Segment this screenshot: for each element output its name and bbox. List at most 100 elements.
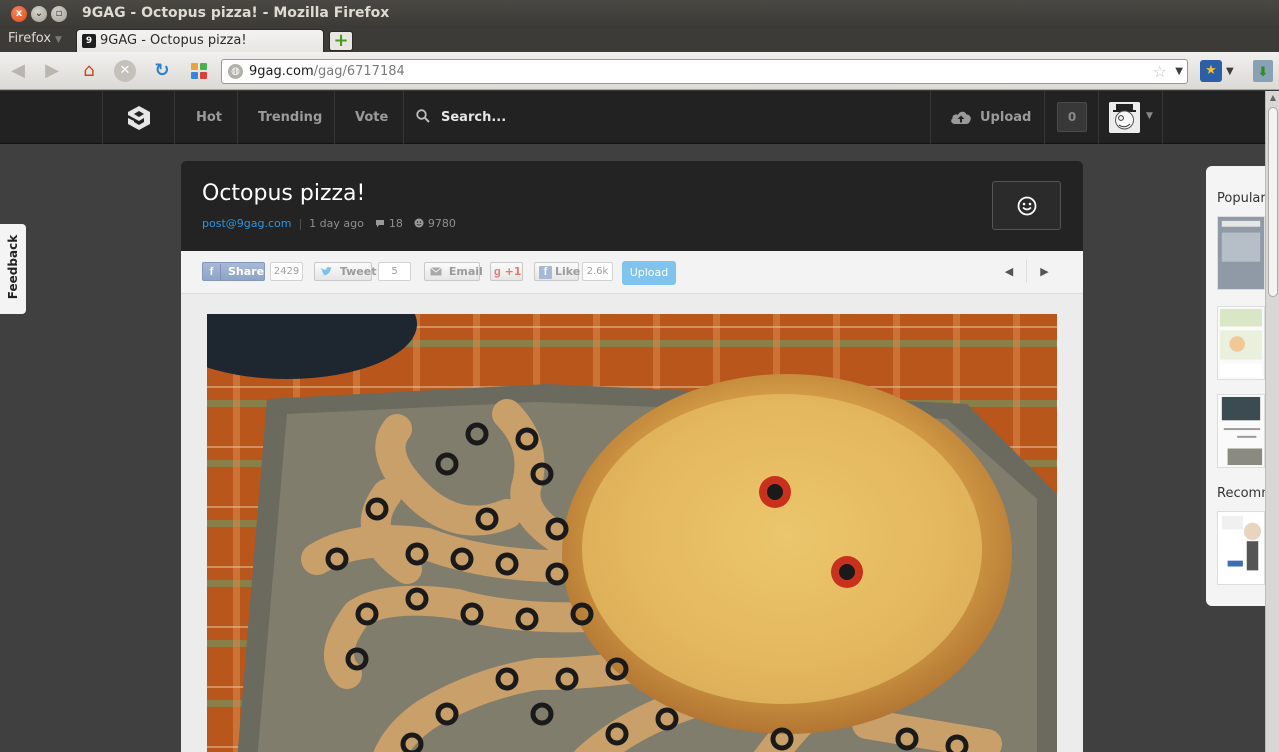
facebook-share-count: 2429 [270, 262, 303, 281]
nav-vote[interactable]: Vote [355, 110, 388, 125]
apps-grid-square [191, 63, 198, 70]
header-divider [930, 91, 931, 144]
post-title: Octopus pizza! [202, 181, 366, 206]
9gag-favicon-icon: 9 [82, 34, 96, 48]
reload-icon[interactable]: ↻ [150, 59, 174, 83]
new-tab-button[interactable]: + [329, 31, 353, 51]
email-share-button[interactable]: Email [424, 262, 483, 281]
page-scrollbar[interactable]: ▲ [1265, 91, 1279, 752]
apps-grid-square [200, 72, 207, 79]
twitter-bird-icon [321, 265, 336, 278]
tweet-label: Tweet [339, 265, 377, 278]
nav-hot[interactable]: Hot [196, 110, 222, 125]
post-card: Octopus pizza! post@9gag.com | 1 day ago 1… [181, 161, 1083, 752]
window-maximize-button[interactable]: ▫ [51, 6, 67, 22]
google-plus-label: +1 [504, 265, 522, 278]
apps-grid-square [200, 63, 207, 70]
next-post-button[interactable]: ▶ [1027, 260, 1062, 283]
nav-trending[interactable]: Trending [258, 110, 322, 125]
firefox-menu-button[interactable]: Firefox ▼ [8, 31, 62, 46]
header-divider [1044, 91, 1045, 144]
bookmark-star-icon[interactable]: ☆ [1153, 62, 1167, 81]
header-divider [237, 91, 238, 144]
facebook-icon: f [203, 264, 221, 281]
popular-thumbnail[interactable] [1217, 306, 1265, 380]
header-divider [102, 91, 103, 144]
chevron-down-icon: ▼ [55, 35, 62, 45]
upload-link[interactable]: Upload [980, 110, 1031, 125]
facebook-share-label: Share [228, 265, 265, 278]
feedback-tab[interactable]: Feedback [0, 224, 26, 314]
url-bar[interactable]: ◍ 9gag.com/gag/6717184 ☆ ▼ [221, 59, 1188, 84]
url-history-dropdown-icon[interactable]: ▼ [1175, 66, 1183, 77]
share-bar: f Share 2429 Tweet 5 Email g +1 f Like 2.6… [181, 251, 1083, 294]
meta-separator: | [298, 217, 303, 230]
9gag-logo-icon[interactable] [126, 105, 152, 131]
site-identity-icon[interactable]: ◍ [228, 64, 243, 79]
post-time: 1 day ago [309, 217, 364, 230]
facebook-like-button[interactable]: f Like [534, 262, 581, 281]
window-title: 9GAG - Octopus pizza! - Mozilla Firefox [82, 5, 390, 21]
popular-heading: Popular [1217, 191, 1266, 206]
post-image[interactable] [207, 314, 1057, 752]
window-titlebar: x ⌄ ▫ 9GAG - Octopus pizza! - Mozilla Fi… [0, 0, 1279, 28]
post-points: 9780 [427, 217, 456, 230]
google-plus-icon: g [494, 266, 501, 278]
apps-grid-icon[interactable] [191, 63, 208, 80]
like-label: Like [555, 265, 581, 278]
extension-badge-icon[interactable]: ★ [1200, 60, 1222, 82]
previous-post-button[interactable]: ◀ [992, 260, 1027, 283]
tab-title: 9GAG - Octopus pizza! [100, 33, 247, 48]
header-divider [403, 91, 404, 144]
apps-grid-square [191, 72, 198, 79]
forward-arrow-icon[interactable]: ▶ [40, 59, 64, 83]
cloud-upload-icon[interactable] [950, 109, 972, 125]
url-text[interactable]: 9gag.com/gag/6717184 [249, 64, 405, 79]
header-divider [334, 91, 335, 144]
url-path: /gag/6717184 [313, 64, 405, 79]
downloads-icon[interactable]: ⬇ [1253, 60, 1273, 82]
url-host: 9gag.com [249, 64, 314, 79]
page-viewport: Hot Trending Vote Search... Upload 0 ▼ F… [0, 91, 1279, 752]
tab-strip: Firefox ▼ 9 9GAG - Octopus pizza! + [0, 28, 1279, 52]
feedback-label: Feedback [6, 234, 20, 300]
tweet-count: 5 [378, 262, 411, 281]
avatar[interactable] [1109, 102, 1140, 133]
popular-thumbnail[interactable] [1217, 394, 1265, 468]
header-divider [174, 91, 175, 144]
scroll-up-arrow-icon[interactable]: ▲ [1266, 91, 1279, 105]
scrollbar-thumb[interactable] [1268, 107, 1278, 297]
avatar-dropdown-icon[interactable]: ▼ [1146, 111, 1153, 121]
post-author-link[interactable]: post@9gag.com [202, 217, 291, 230]
popular-thumbnail[interactable] [1217, 216, 1265, 290]
points-icon [414, 217, 428, 230]
vote-smiley-button[interactable] [992, 181, 1061, 230]
tab-active[interactable]: 9 9GAG - Octopus pizza! [76, 29, 324, 52]
site-header: Hot Trending Vote Search... Upload 0 ▼ [0, 91, 1279, 144]
back-arrow-icon[interactable]: ◀ [6, 59, 30, 83]
facebook-share-button[interactable]: f Share [202, 262, 265, 281]
post-header: Octopus pizza! post@9gag.com | 1 day ago 1… [181, 161, 1083, 251]
notification-count[interactable]: 0 [1057, 102, 1087, 132]
header-divider [1162, 91, 1163, 144]
post-comment-count[interactable]: 18 [389, 217, 403, 230]
tweet-button[interactable]: Tweet [314, 262, 376, 281]
smiley-icon [1017, 196, 1037, 216]
search-icon[interactable] [416, 109, 430, 123]
recommended-thumbnail[interactable] [1217, 511, 1265, 585]
stop-icon[interactable]: ✕ [114, 60, 136, 82]
extension-dropdown-icon[interactable]: ▼ [1226, 66, 1234, 77]
facebook-like-icon: f [539, 266, 552, 279]
home-icon[interactable]: ⌂ [77, 59, 101, 83]
upload-button[interactable]: Upload [622, 261, 676, 285]
comment-icon [375, 217, 389, 230]
google-plus-one-button[interactable]: g +1 [490, 262, 523, 281]
header-divider [1098, 91, 1099, 144]
like-count: 2.6k [582, 262, 613, 281]
email-label: Email [448, 265, 483, 278]
firefox-menu-label: Firefox [8, 31, 52, 46]
window-minimize-button[interactable]: ⌄ [31, 6, 47, 22]
search-input[interactable]: Search... [441, 110, 506, 125]
window-close-button[interactable]: x [11, 6, 27, 22]
email-icon [430, 265, 446, 278]
